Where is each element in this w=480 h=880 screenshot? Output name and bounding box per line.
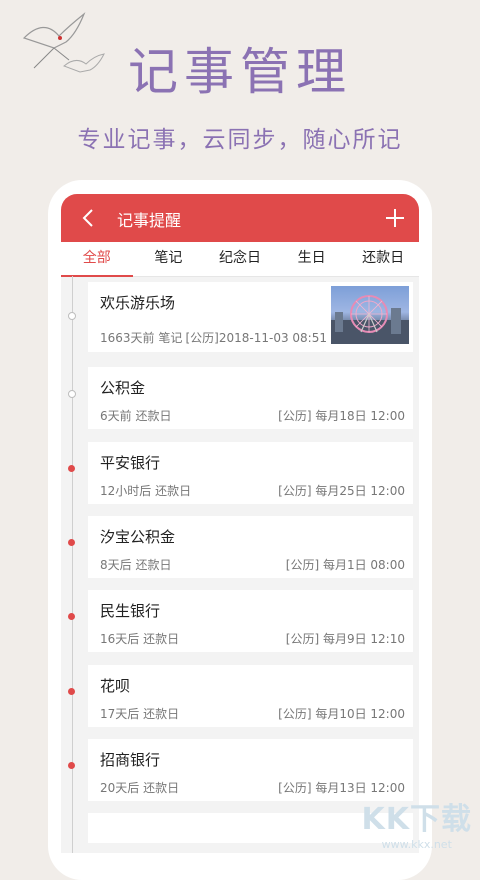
item-title: 民生银行 [100, 602, 161, 620]
item-title: 平安银行 [100, 454, 161, 472]
timeline-dot [68, 762, 75, 769]
timeline-dot [68, 390, 76, 398]
timeline-dot [68, 312, 76, 320]
item-meta: 8天后 还款日 [100, 558, 172, 572]
timeline-dot [68, 539, 75, 546]
list-item[interactable]: 平安银行 12小时后 还款日 [公历] 每月25日 12:00 [88, 442, 413, 504]
category-tabs: 全部 笔记 纪念日 生日 还款日 [61, 242, 419, 277]
item-date: [公历] 每月25日 12:00 [278, 484, 405, 498]
list-item[interactable]: 公积金 6天前 还款日 [公历] 每月18日 12:00 [88, 367, 413, 429]
item-date: [公历] 每月18日 12:00 [278, 409, 405, 423]
list-item[interactable]: 欢乐游乐场 1663天前 笔记 [公历]2018-11-03 08:51 [88, 282, 413, 352]
add-icon[interactable] [385, 208, 405, 228]
promo-subtitle: 专业记事，云同步，随心所记 [77, 127, 403, 153]
list-item[interactable]: 花呗 17天后 还款日 [公历] 每月10日 12:00 [88, 665, 413, 727]
item-meta: 12小时后 还款日 [100, 484, 192, 498]
tab-notes[interactable]: 笔记 [133, 242, 205, 276]
tab-all[interactable]: 全部 [61, 242, 133, 277]
item-title: 招商银行 [100, 751, 161, 769]
item-date: [公历]2018-11-03 08:51 [185, 331, 328, 345]
list-item[interactable]: 招商银行 20天后 还款日 [公历] 每月13日 12:00 [88, 739, 413, 801]
item-meta: 17天后 还款日 [100, 707, 180, 721]
item-title: 花呗 [100, 677, 131, 695]
watermark-url: www.kkx.net [381, 838, 452, 851]
item-date: [公历] 每月9日 12:10 [285, 632, 405, 646]
item-meta: 16天后 还款日 [100, 632, 180, 646]
promo-title: 记事管理 [128, 43, 352, 101]
item-title: 欢乐游乐场 [100, 294, 176, 312]
item-title: 汐宝公积金 [100, 528, 176, 546]
watermark-brand: KK下载 [361, 802, 472, 837]
back-arrow-icon[interactable] [81, 208, 97, 228]
tab-anniversary[interactable]: 纪念日 [204, 242, 276, 276]
timeline-dot [68, 465, 75, 472]
ferris-wheel-image [331, 286, 409, 344]
item-date: [公历] 每月1日 08:00 [285, 558, 405, 572]
item-meta: 1663天前 笔记 [100, 331, 183, 345]
item-date: [公历] 每月10日 12:00 [278, 707, 405, 721]
item-meta: 6天前 还款日 [100, 409, 172, 423]
tab-repayment[interactable]: 还款日 [347, 242, 419, 276]
list-item[interactable]: 汐宝公积金 8天后 还款日 [公历] 每月1日 08:00 [88, 516, 413, 578]
watermark: KK下载 www.kkx.net [362, 794, 473, 851]
page-title: 记事提醒 [117, 211, 182, 230]
timeline-dot [68, 613, 75, 620]
app-screen: 记事提醒 全部 笔记 纪念日 生日 还款日 欢乐游乐场 1663天前 笔记 [公… [61, 194, 419, 853]
item-meta: 20天后 还款日 [100, 781, 180, 795]
app-bar: 记事提醒 [61, 194, 419, 242]
timeline-dot [68, 688, 75, 695]
list-item[interactable]: 民生银行 16天后 还款日 [公历] 每月9日 12:10 [88, 590, 413, 652]
item-title: 公积金 [100, 379, 146, 397]
tab-birthday[interactable]: 生日 [276, 242, 348, 276]
